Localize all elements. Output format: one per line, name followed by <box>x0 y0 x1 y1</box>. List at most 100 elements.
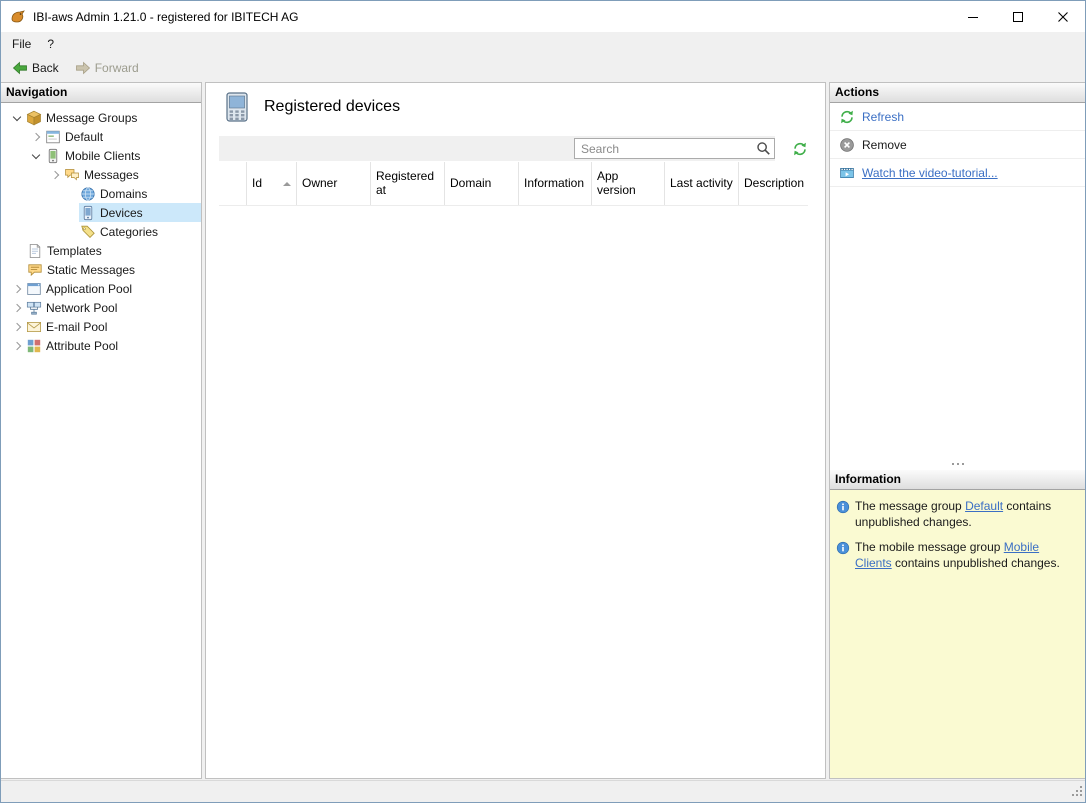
action-refresh[interactable]: Refresh <box>830 103 1085 131</box>
tree-item-mobile-clients[interactable]: Mobile Clients <box>1 146 201 165</box>
search-row <box>219 136 808 161</box>
chevron-right-icon[interactable] <box>28 129 44 145</box>
chevron-right-icon[interactable] <box>9 338 25 354</box>
actions-list: Refresh Remove Watch the video-tutorial.… <box>830 103 1085 187</box>
chevron-right-icon[interactable] <box>9 281 25 297</box>
title-bar: IBI-aws Admin 1.21.0 - registered for IB… <box>1 1 1085 32</box>
video-icon <box>839 165 855 181</box>
devices-icon <box>80 205 96 221</box>
navigation-panel: Navigation Message Groups Default <box>1 82 202 779</box>
page-title: Registered devices <box>264 98 400 116</box>
forward-arrow-icon <box>75 60 91 76</box>
information-panel: The message group Default contains unpub… <box>830 490 1085 778</box>
forward-button[interactable]: Forward <box>68 58 146 78</box>
info-text: The message group Default contains unpub… <box>855 499 1079 530</box>
search-box <box>574 138 775 159</box>
refresh-icon <box>839 109 855 125</box>
network-pool-icon <box>26 300 42 316</box>
tree-item-devices[interactable]: Devices <box>1 203 201 222</box>
tree-item-message-groups[interactable]: Message Groups <box>1 108 201 127</box>
mobile-clients-icon <box>45 148 61 164</box>
chevron-right-icon[interactable] <box>47 167 63 183</box>
navigation-tree: Message Groups Default Mobile Clients <box>1 103 201 355</box>
menu-bar: File ? <box>1 32 1085 55</box>
actions-filler <box>830 187 1085 457</box>
minimize-button[interactable] <box>950 1 995 32</box>
maximize-button[interactable] <box>995 1 1040 32</box>
resize-grip-icon[interactable] <box>1071 785 1083 800</box>
static-messages-icon <box>27 262 43 278</box>
search-icon[interactable] <box>755 140 772 157</box>
window-title: IBI-aws Admin 1.21.0 - registered for IB… <box>33 10 298 24</box>
info-message-mobile-clients: The mobile message group Mobile Clients … <box>836 540 1079 571</box>
domains-icon <box>80 186 96 202</box>
app-icon <box>10 9 26 25</box>
action-remove[interactable]: Remove <box>830 131 1085 159</box>
attribute-pool-icon <box>26 338 42 354</box>
column-header-blank <box>219 162 246 205</box>
chevron-right-icon[interactable] <box>9 300 25 316</box>
messages-icon <box>64 167 80 183</box>
application-pool-icon <box>26 281 42 297</box>
main-header: Registered devices <box>206 83 825 122</box>
default-group-icon <box>45 129 61 145</box>
actions-header: Actions <box>830 83 1085 103</box>
refresh-icon[interactable] <box>792 141 808 157</box>
tree-item-domains[interactable]: Domains <box>1 184 201 203</box>
remove-icon <box>839 137 855 153</box>
tree-item-static-messages[interactable]: Static Messages <box>1 260 201 279</box>
close-button[interactable] <box>1040 1 1085 32</box>
back-arrow-icon <box>12 60 28 76</box>
templates-icon <box>27 243 43 259</box>
column-header-description[interactable]: Description <box>738 162 808 205</box>
tree-item-default[interactable]: Default <box>1 127 201 146</box>
info-text: The mobile message group Mobile Clients … <box>855 540 1079 571</box>
action-watch-video-tutorial[interactable]: Watch the video-tutorial... <box>830 159 1085 187</box>
status-bar <box>1 780 1085 802</box>
chevron-down-icon[interactable] <box>9 110 25 126</box>
column-header-owner[interactable]: Owner <box>296 162 370 205</box>
email-pool-icon <box>26 319 42 335</box>
menu-help[interactable]: ? <box>39 32 62 55</box>
refresh-area <box>775 141 808 157</box>
forward-label: Forward <box>95 61 139 75</box>
back-label: Back <box>32 61 59 75</box>
chevron-right-icon[interactable] <box>9 319 25 335</box>
search-strip <box>219 136 775 161</box>
message-groups-icon <box>26 110 42 126</box>
app-window: IBI-aws Admin 1.21.0 - registered for IB… <box>0 0 1086 803</box>
tree-item-categories[interactable]: Categories <box>1 222 201 241</box>
menu-file[interactable]: File <box>4 32 39 55</box>
column-header-last-activity[interactable]: Last activity <box>664 162 738 205</box>
search-input[interactable] <box>574 138 775 159</box>
info-icon <box>836 541 850 555</box>
tree-item-email-pool[interactable]: E-mail Pool <box>1 317 201 336</box>
tree-item-templates[interactable]: Templates <box>1 241 201 260</box>
refresh-link[interactable]: Refresh <box>862 110 904 124</box>
info-message-default: The message group Default contains unpub… <box>836 499 1079 530</box>
right-panel: Actions Refresh Remove <box>829 82 1085 779</box>
column-header-id[interactable]: Id <box>246 162 296 205</box>
main-panel: Registered devices <box>205 82 826 779</box>
sort-ascending-icon <box>283 182 291 186</box>
column-header-registered-at[interactable]: Registered at <box>370 162 444 205</box>
tree-item-messages[interactable]: Messages <box>1 165 201 184</box>
column-header-information[interactable]: Information <box>518 162 591 205</box>
chevron-down-icon[interactable] <box>28 148 44 164</box>
tree-item-application-pool[interactable]: Application Pool <box>1 279 201 298</box>
navigation-toolbar: Back Forward <box>1 55 1085 80</box>
remove-label: Remove <box>862 138 907 152</box>
actions-info-splitter[interactable] <box>830 457 1085 470</box>
column-header-app-version[interactable]: App version <box>591 162 664 205</box>
column-header-domain[interactable]: Domain <box>444 162 518 205</box>
tree-item-attribute-pool[interactable]: Attribute Pool <box>1 336 201 355</box>
content-area: Navigation Message Groups Default <box>1 80 1085 780</box>
back-button[interactable]: Back <box>5 58 66 78</box>
devices-table-header: Id Owner Registered at Domain Informatio… <box>219 162 808 206</box>
navigation-header: Navigation <box>1 83 201 103</box>
information-header: Information <box>830 470 1085 490</box>
video-tutorial-link[interactable]: Watch the video-tutorial... <box>862 166 998 180</box>
link-default-group[interactable]: Default <box>965 499 1003 513</box>
splitter-grip-icon <box>957 463 959 465</box>
tree-item-network-pool[interactable]: Network Pool <box>1 298 201 317</box>
